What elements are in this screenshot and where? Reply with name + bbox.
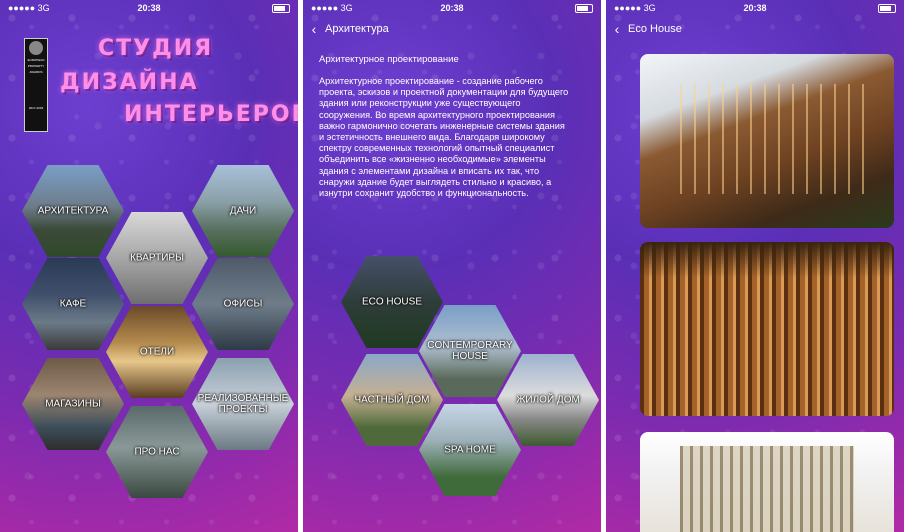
back-label[interactable]: Eco House [628,23,682,35]
status-time: 20:38 [743,3,767,13]
eco-house-screen: ●●●●● 3G 20:38 ‹ Eco House [606,0,904,532]
architecture-screen: ●●●●● 3G 20:38 ‹ Архитектура Архитектурн… [303,0,601,532]
status-time: 20:38 [137,3,161,13]
tile-about-us[interactable]: ПРО НАС [106,406,208,498]
tile-private-house[interactable]: ЧАСТНЫЙ ДОМ [341,354,443,446]
status-time: 20:38 [440,3,464,13]
crest-icon [29,41,43,55]
back-chevron-icon[interactable]: ‹ [606,21,628,37]
nav-bar: ‹ Eco House [606,18,904,40]
tile-realized-projects[interactable]: РЕАЛИЗОВАННЫЕ ПРОЕКТЫ [192,358,294,450]
tile-residential-house[interactable]: ЖИЛОЙ ДОМ [497,354,599,446]
status-bar: ●●●●● 3G 20:38 [606,0,904,16]
battery-icon [878,4,896,13]
tile-apartments[interactable]: КВАРТИРЫ [106,212,208,304]
tile-spa-home[interactable]: SPA HOME [419,404,521,496]
article-heading: Архитектурное проектирование [319,54,459,65]
tile-shops[interactable]: МАГАЗИНЫ [22,358,124,450]
back-chevron-icon[interactable]: ‹ [303,21,325,37]
nav-bar: ‹ Архитектура [303,18,601,40]
back-label[interactable]: Архитектура [325,23,389,35]
tile-cafe[interactable]: КАФЕ [22,258,124,350]
award-logo: EUROPEAN PROPERTY AWARDS 2017-2018 [24,38,48,132]
battery-icon [272,4,290,13]
tile-dachas[interactable]: ДАЧИ [192,165,294,257]
photo-exterior[interactable] [640,54,894,228]
tile-contemporary-house[interactable]: CONTEMPORARY HOUSE [419,305,521,397]
tile-architecture[interactable]: АРХИТЕКТУРА [22,165,124,257]
home-screen: ●●●●● 3G 20:38 EUROPEAN PROPERTY AWARDS … [0,0,298,532]
title-line-2: ДИЗАЙНА [60,70,199,95]
status-bar: ●●●●● 3G 20:38 [303,0,601,16]
photo-facade-drawing[interactable] [640,432,894,532]
title-line-3: ИНТЕРЬЕРОВ [124,102,298,127]
photo-interior[interactable] [640,242,894,416]
article-body: Архитектурное проектирование - создание … [319,76,569,199]
tile-eco-house[interactable]: ECO HOUSE [341,256,443,348]
tile-offices[interactable]: ОФИСЫ [192,258,294,350]
battery-icon [575,4,593,13]
title-line-1: СТУДИЯ [98,36,214,61]
tile-hotels[interactable]: ОТЕЛИ [106,306,208,398]
status-bar: ●●●●● 3G 20:38 [0,0,298,16]
